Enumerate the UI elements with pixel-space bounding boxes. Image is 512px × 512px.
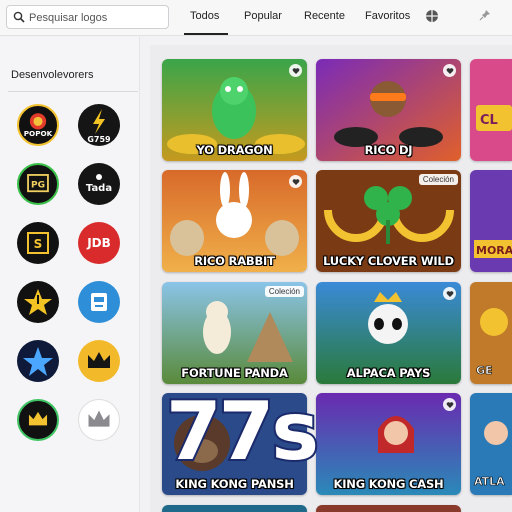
search-input[interactable] bbox=[29, 9, 164, 26]
provider-pg[interactable]: PG bbox=[17, 163, 59, 205]
provider-label: PG bbox=[31, 181, 45, 191]
game-card-partial-3[interactable]: GE bbox=[470, 282, 512, 384]
game-title: ALPACA PAYS bbox=[346, 366, 431, 380]
game-title: MORA bbox=[476, 244, 512, 257]
lightning-logo-icon: G759 bbox=[87, 109, 111, 144]
overlay-brand-text: 77s bbox=[164, 385, 321, 478]
top-bar: Todos Popular Recente Favoritos bbox=[0, 0, 512, 36]
tada-logo-icon: Tada bbox=[86, 174, 112, 194]
s-logo-icon: S bbox=[27, 232, 49, 254]
provider-gold-crown[interactable] bbox=[78, 340, 120, 382]
heart-icon[interactable] bbox=[443, 398, 456, 411]
lion-logo-icon: POPOK bbox=[24, 113, 53, 138]
game-card-yo-dragon[interactable]: YO DRAGON bbox=[162, 59, 307, 161]
game-artwork: MORA bbox=[470, 170, 512, 272]
provider-popok[interactable]: POPOK bbox=[17, 104, 59, 146]
sidebar-title: Desenvolevorers bbox=[11, 69, 94, 81]
silver-crown-logo-icon bbox=[88, 410, 110, 427]
provider-s[interactable]: S bbox=[17, 222, 59, 264]
provider-label: POPOK bbox=[24, 129, 53, 138]
game-title: YO DRAGON bbox=[196, 143, 273, 157]
game-card-lucky-clover-wild[interactable]: LUCKY CLOVER WILD Coleción bbox=[316, 170, 461, 272]
tab-recente[interactable]: Recente bbox=[304, 10, 345, 22]
jdb-logo-icon: JDB bbox=[86, 236, 111, 250]
provider-label: S bbox=[34, 237, 43, 251]
game-card-row5-a[interactable] bbox=[162, 505, 307, 512]
heart-icon[interactable] bbox=[443, 64, 456, 77]
game-card-partial-2[interactable]: MORA bbox=[470, 170, 512, 272]
game-card-alpaca-pays[interactable]: ALPACA PAYS bbox=[316, 282, 461, 384]
provider-g759[interactable]: G759 bbox=[78, 104, 120, 146]
game-card-king-kong-cash[interactable]: KING KONG CASH bbox=[316, 393, 461, 495]
collection-badge: Coleción bbox=[264, 286, 304, 297]
game-artwork bbox=[162, 505, 307, 512]
game-title: RICO DJ bbox=[364, 143, 413, 157]
gold-crown-logo-icon bbox=[88, 352, 110, 368]
tab-popular[interactable]: Popular bbox=[244, 10, 282, 22]
collection-badge: Coleción bbox=[418, 174, 458, 185]
robot-logo-icon bbox=[91, 293, 107, 311]
game-card-fortune-panda[interactable]: FORTUNE PANDA Coleción bbox=[162, 282, 307, 384]
provider-jdb[interactable]: JDB bbox=[78, 222, 120, 264]
heart-icon[interactable] bbox=[289, 175, 302, 188]
provider-tada[interactable]: Tada bbox=[78, 163, 120, 205]
game-title: KING KONG CASH bbox=[333, 477, 444, 491]
heart-icon[interactable] bbox=[443, 287, 456, 300]
power-star-logo-icon bbox=[24, 289, 52, 315]
heart-icon[interactable] bbox=[289, 64, 302, 77]
game-card-rico-rabbit[interactable]: RICO RABBIT bbox=[162, 170, 307, 272]
game-title: FORTUNE PANDA bbox=[181, 366, 288, 380]
provider-robot[interactable] bbox=[78, 281, 120, 323]
tab-favoritos[interactable]: Favoritos bbox=[365, 10, 410, 22]
globe-icon[interactable] bbox=[425, 9, 439, 23]
provider-silver-crown[interactable] bbox=[78, 399, 120, 441]
provider-blue-star[interactable] bbox=[17, 340, 59, 382]
provider-power-star[interactable] bbox=[17, 281, 59, 323]
game-title: CL bbox=[480, 113, 498, 128]
provider-label: JDB bbox=[86, 236, 111, 250]
blue-star-logo-icon bbox=[23, 347, 53, 376]
game-title: GE bbox=[476, 364, 493, 377]
game-title: RICO RABBIT bbox=[194, 254, 275, 268]
game-card-partial-1[interactable]: CL bbox=[470, 59, 512, 161]
pin-icon[interactable] bbox=[479, 9, 491, 21]
game-card-partial-4[interactable]: ATLA bbox=[470, 393, 512, 495]
provider-label: G759 bbox=[87, 135, 111, 144]
game-card-row5-b[interactable] bbox=[316, 505, 461, 512]
game-artwork: ATLA bbox=[470, 393, 512, 495]
game-title: ATLA bbox=[474, 475, 505, 488]
game-artwork bbox=[316, 505, 461, 512]
crown-green-logo-icon bbox=[28, 411, 48, 426]
game-artwork: GE bbox=[470, 282, 512, 384]
provider-crown-green[interactable] bbox=[17, 399, 59, 441]
game-title: LUCKY CLOVER WILD bbox=[323, 254, 454, 268]
divider bbox=[8, 91, 138, 92]
search-icon bbox=[13, 11, 25, 23]
provider-label: Tada bbox=[86, 183, 112, 194]
sidebar: Desenvolevorers POPOK G759 PG Tada S JDB bbox=[0, 37, 140, 512]
tab-todos[interactable]: Todos bbox=[190, 10, 219, 22]
search-box[interactable] bbox=[6, 5, 169, 29]
game-card-rico-dj[interactable]: RICO DJ bbox=[316, 59, 461, 161]
pg-logo-icon: PG bbox=[27, 174, 49, 193]
game-title: KING KONG PANSH bbox=[175, 477, 294, 491]
active-tab-indicator bbox=[184, 33, 228, 35]
game-artwork: CL bbox=[470, 59, 512, 161]
